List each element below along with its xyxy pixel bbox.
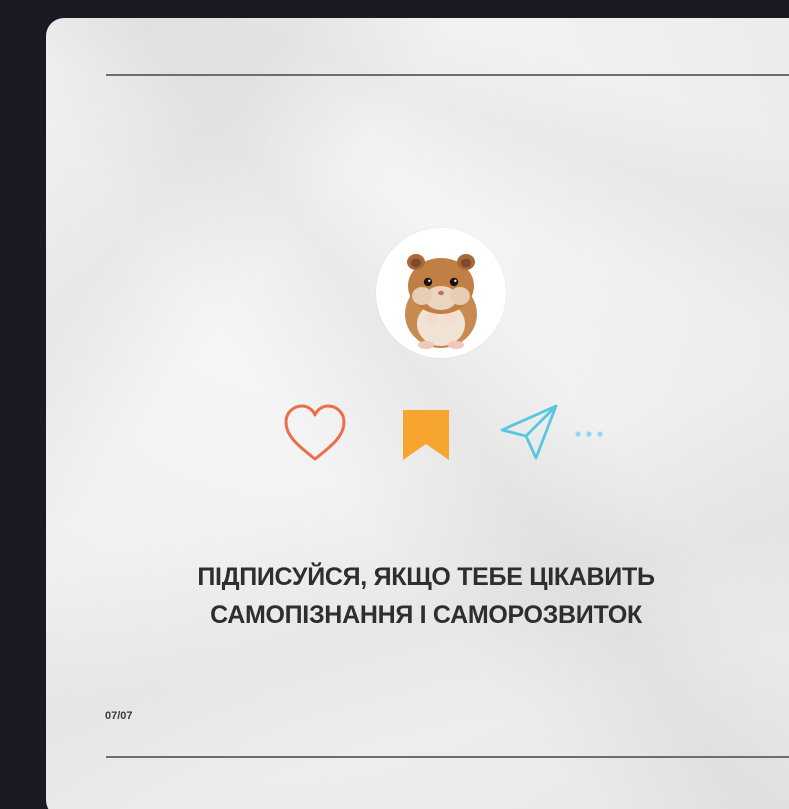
top-divider — [106, 74, 789, 76]
post-card: ПІДПИСУЙСЯ, ЯКЩО ТЕБЕ ЦІКАВИТЬ САМОПІЗНА… — [46, 18, 789, 809]
bottom-divider — [106, 756, 789, 758]
post-caption: ПІДПИСУЙСЯ, ЯКЩО ТЕБЕ ЦІКАВИТЬ САМОПІЗНА… — [46, 558, 789, 634]
hamster-avatar — [376, 228, 506, 358]
ellipsis-icon[interactable] — [574, 430, 604, 438]
heart-icon[interactable] — [282, 403, 348, 463]
caption-line-1: ПІДПИСУЙСЯ, ЯКЩО ТЕБЕ ЦІКАВИТЬ — [197, 563, 655, 591]
post-actions — [46, 400, 789, 470]
screen: ПІДПИСУЙСЯ, ЯКЩО ТЕБЕ ЦІКАВИТЬ САМОПІЗНА… — [0, 0, 789, 809]
send-icon[interactable] — [498, 402, 562, 462]
caption-line-2: САМОПІЗНАННЯ І САМОРОЗВИТОК — [210, 601, 642, 629]
hamster-image — [405, 254, 477, 349]
bookmark-icon[interactable] — [401, 408, 451, 462]
page-counter: 07/07 — [105, 710, 133, 722]
